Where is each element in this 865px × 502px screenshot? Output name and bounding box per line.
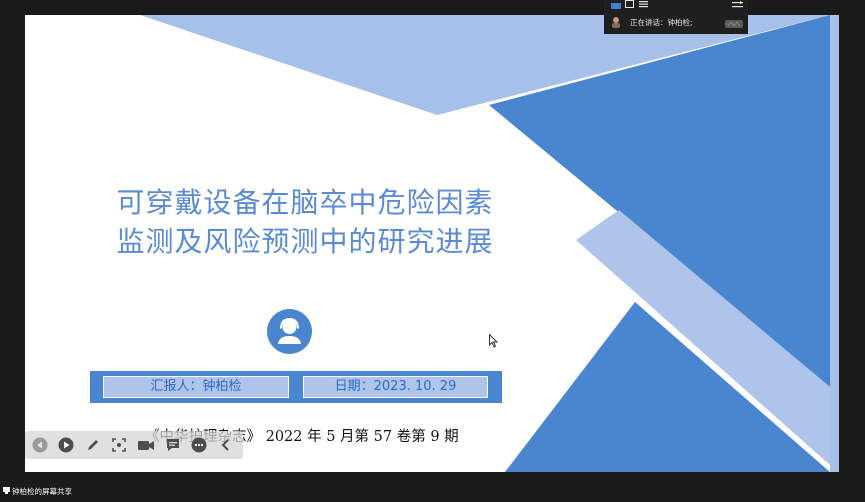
audio-icon	[725, 20, 743, 28]
collapse-arrow-icon[interactable]	[217, 436, 235, 454]
comment-icon[interactable]	[164, 436, 182, 454]
back-icon[interactable]	[31, 436, 49, 454]
info-bar: 汇报人：钟柏检 日期：2023. 10. 29	[90, 371, 502, 403]
slide-title-line-1: 可穿戴设备在脑卒中危险因素	[116, 186, 494, 219]
right-light-strip	[830, 15, 839, 472]
collapse-icon[interactable]	[732, 1, 743, 9]
screen-share-label: 钟柏检的屏幕共享	[12, 487, 72, 496]
speaker-panel: 正在讲话：钟柏检;	[604, 0, 748, 34]
date-label: 日期：2023. 10. 29	[303, 376, 488, 398]
camera-icon[interactable]	[137, 436, 155, 454]
avatar-icon	[612, 17, 620, 28]
presenter-avatar-icon	[267, 309, 312, 354]
more-icon[interactable]	[190, 436, 208, 454]
mouse-cursor-icon	[489, 334, 498, 348]
pen-icon[interactable]	[84, 436, 102, 454]
screen-share-window: 可穿戴设备在脑卒中危险因素 监测及风险预测中的研究进展 汇报人：钟柏检 日期：2…	[0, 0, 865, 502]
list-icon[interactable]	[639, 0, 648, 8]
speaking-indicator: 正在讲话：钟柏检;	[630, 18, 693, 27]
screen-share-icon	[3, 487, 10, 494]
presentation-slide: 可穿戴设备在脑卒中危险因素 监测及风险预测中的研究进展 汇报人：钟柏检 日期：2…	[25, 15, 839, 472]
reporter-label: 汇报人：钟柏检	[103, 376, 289, 398]
layout-icon[interactable]	[611, 3, 621, 9]
focus-icon[interactable]	[110, 436, 128, 454]
play-icon[interactable]	[57, 436, 75, 454]
slide-title-line-2: 监测及风险预测中的研究进展	[116, 225, 494, 258]
presentation-toolbar	[25, 431, 243, 459]
window-icon[interactable]	[625, 0, 634, 8]
